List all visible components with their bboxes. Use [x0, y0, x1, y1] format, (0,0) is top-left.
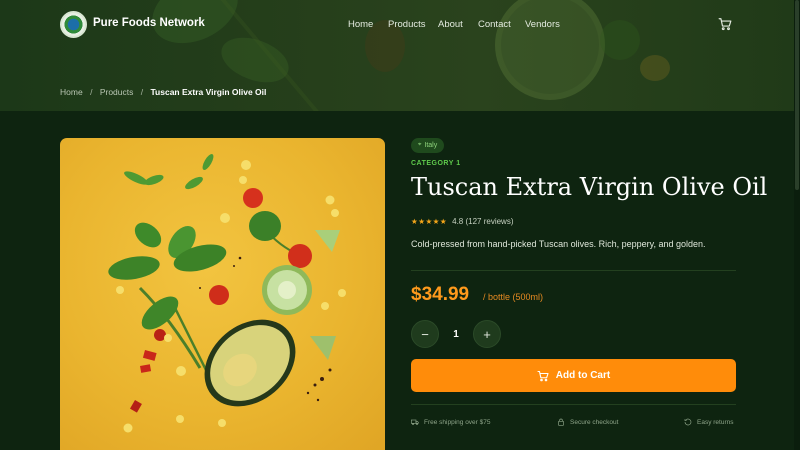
product-photo-illustration: [108, 154, 346, 433]
product-title: Tuscan Extra Virgin Olive Oil: [411, 173, 768, 201]
nav-link-home[interactable]: Home: [348, 19, 373, 30]
brand-name[interactable]: Pure Foods Network: [93, 17, 205, 29]
breadcrumb-home[interactable]: Home: [60, 87, 83, 97]
quantity-stepper: − 1 +: [411, 320, 501, 348]
product-rating[interactable]: ★★★★★ 4.8 (127 reviews): [411, 217, 513, 226]
nav-link-about[interactable]: About: [438, 19, 463, 30]
breadcrumb-products[interactable]: Products: [100, 87, 134, 97]
product-unit: / bottle (500ml): [483, 292, 544, 302]
product-category[interactable]: CATEGORY 1: [411, 160, 461, 167]
scrollbar-thumb[interactable]: [795, 0, 799, 190]
increase-quantity-button[interactable]: +: [473, 320, 501, 348]
map-pin-icon: ⌖: [418, 142, 422, 148]
rating-text: 4.8 (127 reviews): [452, 217, 514, 226]
truck-icon: [411, 418, 419, 426]
cart-icon[interactable]: [718, 17, 732, 31]
quantity-value[interactable]: 1: [439, 329, 473, 340]
star-rating-icon: ★★★★★: [411, 217, 448, 226]
feature-label: Secure checkout: [570, 418, 619, 426]
product-image: [60, 138, 385, 450]
feature-item: Easy returns: [684, 418, 734, 426]
feature-item: Secure checkout: [557, 418, 618, 426]
feature-label: Free shipping over $75: [424, 418, 491, 426]
breadcrumb-separator: /: [90, 87, 93, 97]
plus-icon: +: [483, 326, 491, 342]
product-description: Cold-pressed from hand-picked Tuscan oli…: [411, 239, 706, 249]
cart-icon: [537, 370, 549, 382]
returns-icon: [684, 418, 692, 426]
decrease-quantity-button[interactable]: −: [411, 320, 439, 348]
nav-link-products[interactable]: Products: [388, 19, 426, 30]
origin-label: Italy: [424, 142, 438, 149]
logo-icon[interactable]: [60, 11, 87, 38]
divider: [411, 404, 736, 405]
add-to-cart-button[interactable]: Add to Cart: [411, 359, 736, 392]
nav-link-contact[interactable]: Contact: [478, 19, 511, 30]
add-to-cart-label: Add to Cart: [555, 370, 611, 381]
breadcrumb: Home / Products / Tuscan Extra Virgin Ol…: [60, 87, 266, 97]
feature-label: Easy returns: [697, 418, 734, 426]
feature-item: Free shipping over $75: [411, 418, 491, 426]
top-nav: Pure Foods Network Home Products About C…: [0, 0, 800, 50]
lock-icon: [557, 418, 565, 426]
minus-icon: −: [421, 326, 429, 342]
origin-badge: ⌖ Italy: [411, 138, 445, 153]
nav-link-vendors[interactable]: Vendors: [525, 19, 560, 30]
divider: [411, 270, 736, 271]
breadcrumb-current: Tuscan Extra Virgin Olive Oil: [150, 87, 267, 97]
breadcrumb-separator: /: [140, 87, 144, 97]
product-price: $34.99: [411, 284, 470, 305]
